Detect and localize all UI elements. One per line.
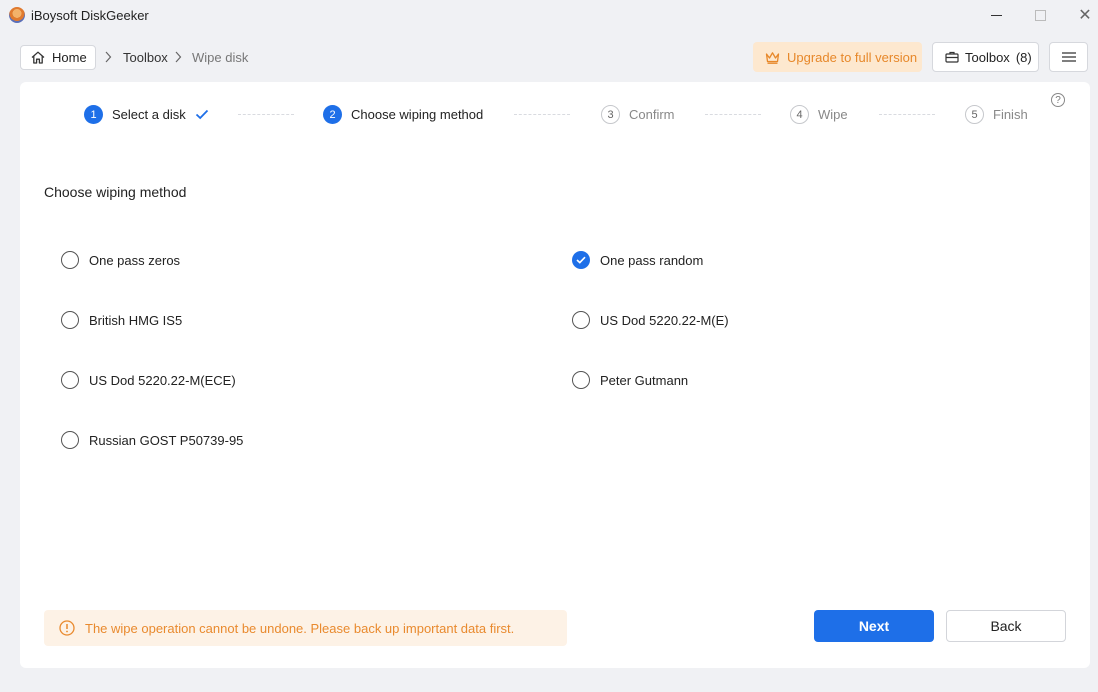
- step-finish: 5 Finish: [965, 105, 1028, 124]
- option-one-pass-random[interactable]: One pass random: [572, 251, 703, 269]
- option-label: British HMG IS5: [89, 312, 183, 328]
- chevron-right-icon: [105, 51, 112, 63]
- upgrade-label: Upgrade to full version: [787, 49, 918, 65]
- step-label: Finish: [993, 107, 1028, 122]
- close-button[interactable]: ✕: [1070, 5, 1098, 25]
- step-number: 2: [323, 105, 342, 124]
- upgrade-button[interactable]: Upgrade to full version: [753, 42, 922, 72]
- check-icon: [195, 109, 208, 120]
- check-icon: [576, 256, 586, 264]
- option-one-pass-zeros[interactable]: One pass zeros: [61, 251, 180, 269]
- step-connector: [238, 114, 294, 115]
- step-choose-method: 2 Choose wiping method: [323, 105, 483, 124]
- step-label: Confirm: [629, 107, 675, 122]
- help-icon[interactable]: ?: [1051, 93, 1065, 107]
- option-us-dod-e[interactable]: US Dod 5220.22-M(E): [572, 311, 729, 329]
- hamburger-menu-icon: [1061, 52, 1076, 62]
- option-label: US Dod 5220.22-M(E): [600, 312, 729, 328]
- step-wipe: 4 Wipe: [790, 105, 848, 124]
- option-russian-gost[interactable]: Russian GOST P50739-95: [61, 431, 243, 449]
- next-button[interactable]: Next: [814, 610, 934, 642]
- home-icon: [31, 51, 45, 64]
- step-confirm: 3 Confirm: [601, 105, 675, 124]
- chevron-right-icon: [175, 51, 182, 63]
- toolbox-icon: [945, 51, 959, 63]
- maximize-button[interactable]: [1025, 5, 1055, 25]
- radio-button-checked[interactable]: [572, 251, 590, 269]
- step-select-disk: 1 Select a disk: [84, 105, 209, 124]
- option-label: One pass random: [600, 252, 704, 268]
- warning-icon: [59, 620, 75, 636]
- home-label: Home: [52, 50, 87, 65]
- radio-button[interactable]: [572, 371, 590, 389]
- radio-button[interactable]: [61, 431, 79, 449]
- radio-button[interactable]: [61, 311, 79, 329]
- breadcrumb-wipe-disk: Wipe disk: [192, 50, 249, 65]
- section-title: Choose wiping method: [44, 184, 187, 200]
- step-number: 1: [84, 105, 103, 124]
- toolbox-button[interactable]: Toolbox (8): [932, 42, 1039, 72]
- toolbox-count: (8): [1015, 49, 1032, 65]
- app-logo-icon: [9, 7, 25, 23]
- breadcrumb-toolbox[interactable]: Toolbox: [123, 50, 168, 65]
- minimize-button[interactable]: [981, 5, 1011, 25]
- step-number: 4: [790, 105, 809, 124]
- crown-icon: [765, 51, 780, 64]
- step-number: 3: [601, 105, 620, 124]
- option-label: Peter Gutmann: [600, 372, 689, 388]
- warning-text: The wipe operation cannot be undone. Ple…: [85, 620, 515, 636]
- option-label: US Dod 5220.22-M(ECE): [89, 372, 236, 388]
- main-panel: 1 Select a disk 2 Choose wiping method 3…: [20, 82, 1090, 668]
- radio-button[interactable]: [61, 371, 79, 389]
- option-peter-gutmann[interactable]: Peter Gutmann: [572, 371, 688, 389]
- back-button[interactable]: Back: [946, 610, 1066, 642]
- title-bar: iBoysoft DiskGeeker ✕: [0, 0, 1098, 30]
- menu-button[interactable]: [1049, 42, 1088, 72]
- home-button[interactable]: Home: [20, 45, 96, 70]
- warning-banner: The wipe operation cannot be undone. Ple…: [44, 610, 567, 646]
- app-title: iBoysoft DiskGeeker: [31, 8, 149, 23]
- option-label: One pass zeros: [89, 252, 181, 268]
- step-connector: [705, 114, 761, 115]
- step-label: Choose wiping method: [351, 107, 484, 122]
- step-label: Wipe: [818, 107, 848, 122]
- radio-button[interactable]: [61, 251, 79, 269]
- option-label: Russian GOST P50739-95: [89, 432, 244, 448]
- radio-button[interactable]: [572, 311, 590, 329]
- step-connector: [514, 114, 570, 115]
- step-connector: [879, 114, 935, 115]
- option-british-hmg[interactable]: British HMG IS5: [61, 311, 182, 329]
- toolbox-label: Toolbox: [965, 49, 1010, 65]
- step-label: Select a disk: [112, 107, 186, 122]
- step-number: 5: [965, 105, 984, 124]
- option-us-dod-ece[interactable]: US Dod 5220.22-M(ECE): [61, 371, 236, 389]
- close-icon: ✕: [1078, 7, 1092, 24]
